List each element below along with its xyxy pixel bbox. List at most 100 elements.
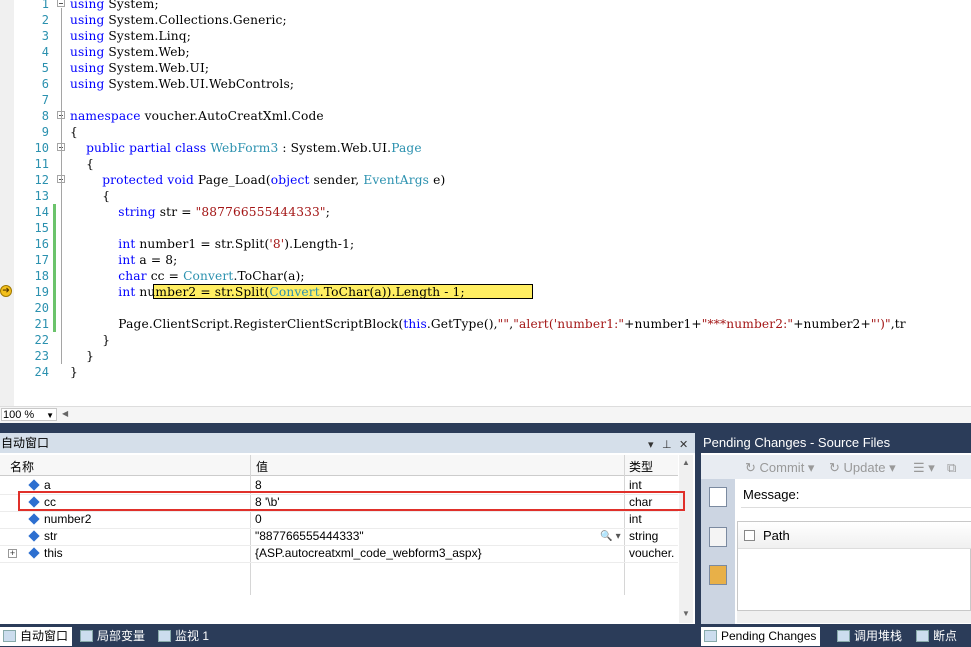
cell-value[interactable]: {ASP.autocreatxml_code_webform3_aspx} — [255, 545, 482, 562]
code-text: } — [70, 349, 95, 363]
code-line[interactable]: 12 protected void Page_Load(object sende… — [0, 172, 971, 188]
column-type-header[interactable]: 类型 — [629, 458, 653, 475]
copy-icon[interactable]: ⧉ — [947, 460, 956, 476]
code-line[interactable]: 5 using System.Web.UI; — [0, 60, 971, 76]
code-line[interactable]: 11 { — [0, 156, 971, 172]
autos-row[interactable]: number2 0 int — [0, 511, 678, 529]
cell-value[interactable]: 0 — [255, 511, 262, 528]
text-visualizer-icon[interactable]: 🔍 ▾ — [600, 531, 621, 542]
line-number: 9 — [41, 125, 49, 139]
tab-call-stack[interactable]: 调用堆栈 — [834, 627, 906, 646]
chevron-down-icon[interactable]: ▼ — [46, 409, 54, 422]
code-line[interactable]: 19 int number2 = str.Split(Convert.ToCha… — [0, 284, 971, 300]
code-line[interactable]: 18 char cc = Convert.ToChar(a); — [0, 268, 971, 284]
code-line[interactable]: 6 using System.Web.UI.WebControls; — [0, 76, 971, 92]
code-line[interactable]: 14 string str = "887766555444333"; — [0, 204, 971, 220]
code-line[interactable]: 8 namespace voucher.AutoCreatXml.Code — [0, 108, 971, 124]
code-line[interactable]: 1 using System; — [0, 0, 971, 12]
code-line[interactable]: 22 } — [0, 332, 971, 348]
code-line[interactable]: 20 — [0, 300, 971, 316]
cell-value[interactable]: "887766555444333" — [255, 528, 364, 545]
work-items-icon[interactable] — [709, 527, 727, 547]
code-line[interactable]: 4 using System.Web; — [0, 44, 971, 60]
column-value-header[interactable]: 值 — [256, 458, 268, 475]
code-line[interactable]: 15 — [0, 220, 971, 236]
tab-label: 断点 — [933, 629, 958, 643]
notes-icon[interactable] — [709, 565, 727, 585]
pin-icon[interactable]: ⊥ — [662, 435, 672, 455]
tab-locals[interactable]: 局部变量 — [77, 627, 149, 646]
code-line[interactable]: 3 using System.Linq; — [0, 28, 971, 44]
watch-window-icon — [158, 630, 171, 642]
zoom-combo[interactable]: 100 % ▼ — [1, 408, 57, 421]
code-line[interactable]: 23 } — [0, 348, 971, 364]
pending-changes-scrollbar[interactable] — [737, 611, 971, 623]
code-text: { — [70, 125, 78, 139]
code-text: int number1 = str.Split('8').Length-1; — [118, 237, 355, 251]
options-menu-icon[interactable]: ☰ ▾ — [913, 460, 935, 476]
tab-autos[interactable]: 自动窗口 — [0, 627, 73, 646]
collapse-icon[interactable] — [57, 0, 65, 7]
tab-label: 局部变量 — [97, 629, 146, 643]
code-line[interactable]: 2 using System.Collections.Generic; — [0, 12, 971, 28]
autos-scrollbar[interactable]: ▲ ▼ — [679, 455, 693, 623]
field-icon — [28, 513, 40, 525]
code-line[interactable]: 17 int a = 8; — [0, 252, 971, 268]
update-icon: ↻ — [829, 460, 840, 475]
code-line[interactable]: 21 Page.ClientScript.RegisterClientScrip… — [0, 316, 971, 332]
editor-zoom-bar: 100 % ▼ ◀ — [0, 406, 971, 423]
code-text: { — [70, 189, 111, 203]
line-number: 18 — [34, 269, 49, 283]
select-all-checkbox[interactable] — [744, 530, 755, 541]
autos-window-icon — [3, 630, 16, 642]
commit-icon: ↻ — [745, 460, 756, 475]
pending-changes-title[interactable]: Pending Changes - Source Files — [701, 433, 971, 453]
source-files-icon[interactable] — [709, 487, 727, 507]
field-icon — [28, 547, 40, 559]
zoom-level: 100 % — [3, 409, 35, 421]
code-text: protected void Page_Load(object sender, … — [102, 173, 446, 187]
autos-grid-header: 名称 值 类型 — [0, 455, 678, 476]
line-number: 17 — [34, 253, 49, 267]
tab-breakpoints[interactable]: 断点 — [913, 627, 961, 646]
pending-changes-window: Pending Changes - Source Files ↻ Commit … — [701, 433, 971, 624]
path-column-header[interactable]: Path — [738, 522, 971, 549]
message-input[interactable] — [741, 507, 971, 520]
update-button[interactable]: ↻ Update ▾ — [829, 460, 896, 476]
line-number: 2 — [41, 13, 49, 27]
tab-watch1[interactable]: 监视 1 — [155, 627, 213, 646]
line-number: 22 — [34, 333, 49, 347]
autos-row[interactable]: + this {ASP.autocreatxml_code_webform3_asp… — [0, 545, 678, 563]
cell-name: str — [44, 529, 58, 543]
code-line[interactable]: 24} — [0, 364, 971, 380]
expand-icon[interactable]: + — [8, 549, 17, 558]
code-line[interactable]: 10 public partial class WebForm3 : Syste… — [0, 140, 971, 156]
code-text: Page.ClientScript.RegisterClientScriptBl… — [70, 317, 906, 331]
tab-pending-changes[interactable]: Pending Changes — [701, 627, 821, 646]
scroll-left-icon[interactable]: ◀ — [62, 409, 68, 418]
code-text: using System.Web.UI.WebControls; — [70, 77, 295, 91]
line-number: 13 — [34, 189, 49, 203]
autos-title: 自动窗口 — [1, 436, 50, 450]
code-text: using System.Web; — [70, 45, 190, 59]
code-line[interactable]: 16 int number1 = str.Split('8').Length-1… — [0, 236, 971, 252]
code-editor[interactable]: ➜ 1 using System; 2 using System.Collection… — [0, 0, 971, 406]
close-icon[interactable]: ✕ — [679, 435, 688, 455]
autos-row[interactable]: str "887766555444333" string — [0, 528, 678, 546]
code-line[interactable]: 13 { — [0, 188, 971, 204]
source-files-list[interactable]: Path — [737, 521, 971, 611]
code-line[interactable]: 9{ — [0, 124, 971, 140]
window-position-icon[interactable]: ▾ — [648, 435, 654, 455]
cell-name: this — [44, 546, 63, 560]
code-line[interactable]: 7 — [0, 92, 971, 108]
autos-title-bar[interactable]: 自动窗口 ▾ ⊥ ✕ — [0, 433, 695, 453]
code-text: using System.Web.UI; — [70, 61, 210, 75]
commit-button[interactable]: ↻ Commit ▾ — [745, 460, 814, 476]
message-label: Message: — [743, 487, 800, 502]
scroll-down-icon[interactable]: ▼ — [682, 609, 690, 618]
scroll-up-icon[interactable]: ▲ — [682, 458, 690, 467]
column-name-header[interactable]: 名称 — [10, 458, 34, 475]
line-number: 20 — [34, 301, 49, 315]
pending-changes-sidebar — [701, 479, 735, 624]
outline-guide — [61, 184, 62, 336]
